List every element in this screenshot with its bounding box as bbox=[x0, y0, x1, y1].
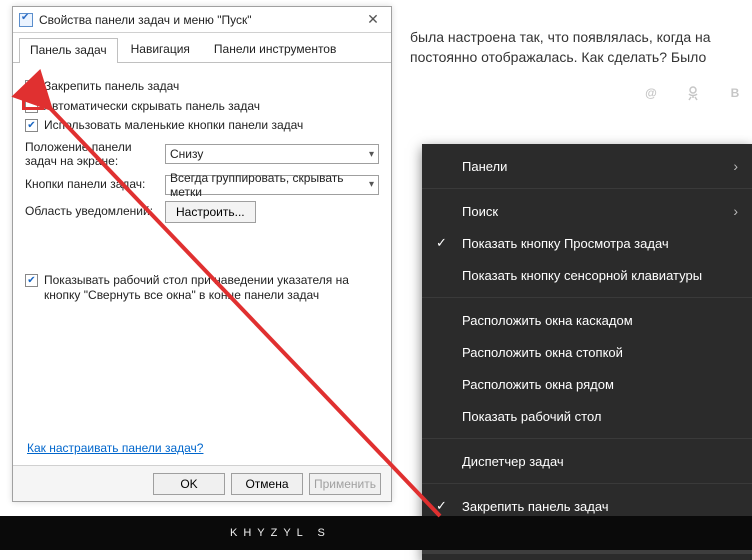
checkbox-label: Показывать рабочий стол при наведении ук… bbox=[44, 273, 379, 304]
menu-item-cascade[interactable]: Расположить окна каскадом bbox=[422, 304, 752, 336]
chevron-right-icon: › bbox=[733, 203, 738, 219]
checkbox-autohide[interactable]: Автоматически скрывать панель задач bbox=[25, 99, 379, 115]
menu-item-touchkb[interactable]: Показать кнопку сенсорной клавиатуры bbox=[422, 259, 752, 291]
cancel-button[interactable]: Отмена bbox=[231, 473, 303, 495]
select-position[interactable]: Снизу ▾ bbox=[165, 144, 379, 164]
row-buttons: Кнопки панели задач: Всегда группировать… bbox=[25, 175, 379, 195]
tab-toolbars[interactable]: Панели инструментов bbox=[203, 37, 347, 62]
select-buttons[interactable]: Всегда группировать, скрывать метки ▾ bbox=[165, 175, 379, 195]
vk-icon[interactable]: В bbox=[726, 84, 744, 102]
menu-item-stacked[interactable]: Расположить окна стопкой bbox=[422, 336, 752, 368]
checkbox-label: Использовать маленькие кнопки панели зад… bbox=[44, 118, 303, 134]
apply-button[interactable]: Применить bbox=[309, 473, 381, 495]
menu-label: Расположить окна рядом bbox=[462, 377, 614, 392]
taskbar-app-text: KHYZYL S bbox=[230, 527, 331, 539]
configure-button[interactable]: Настроить... bbox=[165, 201, 256, 223]
taskbar-context-menu: Панели › Поиск › ✓ Показать кнопку Просм… bbox=[422, 144, 752, 560]
checkbox-lock-taskbar[interactable]: Закрепить панель задач bbox=[25, 79, 379, 95]
taskbar[interactable]: KHYZYL S bbox=[0, 516, 752, 550]
menu-item-search[interactable]: Поиск › bbox=[422, 195, 752, 227]
row-position: Положение панели задач на экране: Снизу … bbox=[25, 140, 379, 169]
menu-label: Панели bbox=[462, 159, 507, 174]
menu-label: Закрепить панель задач bbox=[462, 499, 609, 514]
menu-label: Показать кнопку Просмотра задач bbox=[462, 236, 669, 251]
menu-label: Расположить окна стопкой bbox=[462, 345, 623, 360]
select-value: Снизу bbox=[170, 147, 203, 161]
buttons-label: Кнопки панели задач: bbox=[25, 177, 157, 191]
ok-icon[interactable] bbox=[684, 84, 702, 102]
chevron-down-icon: ▾ bbox=[369, 149, 374, 160]
menu-item-taskview[interactable]: ✓ Показать кнопку Просмотра задач bbox=[422, 227, 752, 259]
dialog-footer: OK Отмена Применить bbox=[13, 465, 391, 501]
notification-label: Область уведомлений: bbox=[25, 204, 157, 218]
tab-strip: Панель задач Навигация Панели инструмент… bbox=[13, 33, 391, 63]
menu-item-taskmgr[interactable]: Диспетчер задач bbox=[422, 445, 752, 477]
menu-item-sidebyside[interactable]: Расположить окна рядом bbox=[422, 368, 752, 400]
taskbar-properties-dialog: Свойства панели задач и меню "Пуск" ✕ Па… bbox=[12, 6, 392, 502]
menu-label: Показать кнопку сенсорной клавиатуры bbox=[462, 268, 702, 283]
checkbox-label: Закрепить панель задач bbox=[44, 79, 179, 95]
position-label: Положение панели задач на экране: bbox=[25, 140, 157, 169]
dialog-icon bbox=[19, 13, 33, 27]
check-icon: ✓ bbox=[436, 498, 447, 514]
social-icons-row: @ В bbox=[642, 84, 744, 102]
ok-button[interactable]: OK bbox=[153, 473, 225, 495]
checkbox-label: Автоматически скрывать панель задач bbox=[44, 99, 260, 115]
menu-label: Расположить окна каскадом bbox=[462, 313, 633, 328]
help-link[interactable]: Как настраивать панели задач? bbox=[27, 441, 203, 455]
menu-item-toolbars[interactable]: Панели › bbox=[422, 150, 752, 182]
annotation-highlight-box bbox=[22, 88, 44, 110]
dialog-body: Закрепить панель задач Автоматически скр… bbox=[13, 63, 391, 304]
menu-item-desktop[interactable]: Показать рабочий стол bbox=[422, 400, 752, 432]
dialog-titlebar[interactable]: Свойства панели задач и меню "Пуск" ✕ bbox=[13, 7, 391, 33]
tab-taskbar[interactable]: Панель задач bbox=[19, 38, 118, 63]
row-notification: Область уведомлений: Настроить... bbox=[25, 201, 379, 223]
tab-navigation[interactable]: Навигация bbox=[120, 37, 201, 62]
checkbox-peek-desktop[interactable]: Показывать рабочий стол при наведении ук… bbox=[25, 273, 379, 304]
dialog-title-text: Свойства панели задач и меню "Пуск" bbox=[39, 13, 361, 27]
chevron-down-icon: ▾ bbox=[369, 179, 374, 190]
check-icon: ✓ bbox=[436, 235, 447, 251]
close-icon[interactable]: ✕ bbox=[361, 11, 385, 28]
select-value: Всегда группировать, скрывать метки bbox=[170, 171, 369, 199]
background-article-text: была настроена так, что появлялась, когд… bbox=[410, 28, 752, 67]
chevron-right-icon: › bbox=[733, 158, 738, 174]
checkbox-icon bbox=[25, 274, 38, 287]
menu-label: Показать рабочий стол bbox=[462, 409, 601, 424]
menu-label: Поиск bbox=[462, 204, 498, 219]
checkbox-small-buttons[interactable]: Использовать маленькие кнопки панели зад… bbox=[25, 118, 379, 134]
at-icon[interactable]: @ bbox=[642, 84, 660, 102]
menu-label: Диспетчер задач bbox=[462, 454, 564, 469]
checkbox-icon bbox=[25, 119, 38, 132]
